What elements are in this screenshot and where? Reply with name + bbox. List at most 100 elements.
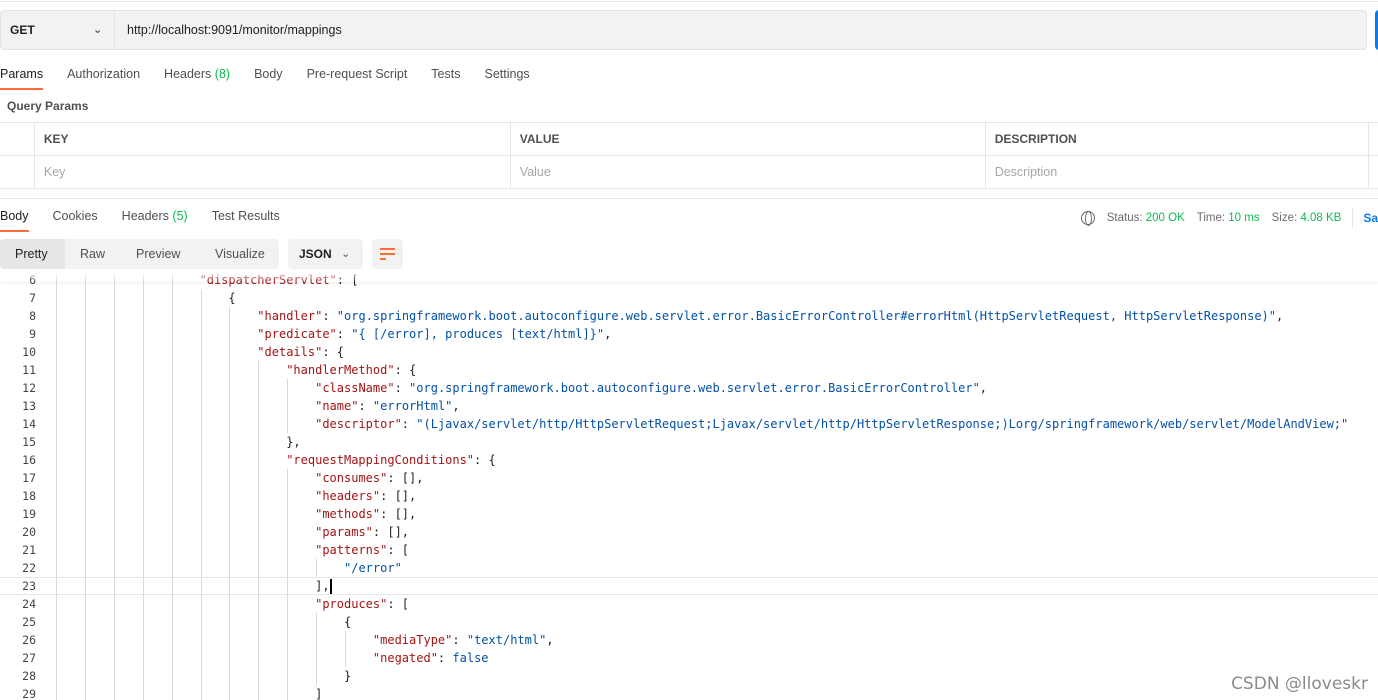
- indent-guide: [258, 415, 260, 433]
- indent-guide: [229, 613, 231, 631]
- description-input[interactable]: Description: [986, 156, 1369, 188]
- indent-guide: [258, 685, 260, 700]
- indent-guide: [113, 361, 115, 379]
- pane-divider[interactable]: [0, 198, 1378, 199]
- code-line: 19 "methods": [],: [0, 505, 1378, 523]
- view-pretty[interactable]: Pretty: [0, 239, 65, 269]
- indent-guide: [200, 415, 202, 433]
- view-raw[interactable]: Raw: [65, 239, 121, 269]
- table-row: Key Value Description: [0, 156, 1378, 189]
- indent-guide: [142, 415, 144, 433]
- indent-guide: [113, 397, 115, 415]
- indent-guide: [84, 343, 86, 361]
- indent-guide: [229, 415, 231, 433]
- code-text: {: [228, 291, 236, 305]
- line-number: 13: [22, 399, 36, 413]
- code-text: "name": "errorHtml",: [315, 399, 460, 413]
- indent-guide: [84, 469, 86, 487]
- row-checkbox[interactable]: [0, 156, 35, 188]
- line-number: 17: [22, 471, 36, 485]
- response-tab-headers[interactable]: Headers (5): [122, 206, 188, 232]
- line-number: 24: [22, 597, 36, 611]
- indent-guide: [200, 523, 202, 541]
- indent-guide: [56, 397, 57, 415]
- indent-guide: [200, 487, 202, 505]
- indent-guide: [200, 379, 202, 397]
- indent-guide: [287, 415, 289, 433]
- view-preview[interactable]: Preview: [121, 239, 200, 269]
- request-tab-headers[interactable]: Headers (8): [164, 64, 230, 90]
- code-text: "mediaType": "text/html",: [372, 633, 554, 647]
- request-tab-tests[interactable]: Tests: [431, 64, 460, 90]
- indent-guide: [84, 523, 86, 541]
- top-divider: [0, 1, 1378, 2]
- indent-guide: [171, 343, 173, 361]
- view-mode-selector: Pretty Raw Preview Visualize: [0, 239, 279, 269]
- indent-guide: [200, 451, 202, 469]
- indent-guide: [200, 505, 202, 523]
- code-line: 26 "mediaType": "text/html",: [0, 631, 1378, 649]
- time-value[interactable]: 10 ms: [1228, 212, 1259, 224]
- line-number: 11: [22, 363, 36, 377]
- indent-guide: [56, 307, 57, 325]
- indent-guide: [142, 631, 144, 649]
- indent-guide: [200, 685, 202, 700]
- size-value[interactable]: 4.08 KB: [1300, 212, 1341, 224]
- indent-guide: [142, 487, 144, 505]
- format-select[interactable]: JSON ⌄: [288, 239, 363, 269]
- indent-guide: [113, 685, 115, 700]
- request-tab-settings[interactable]: Settings: [484, 64, 529, 90]
- indent-guide: [229, 487, 231, 505]
- code-line: 7{: [0, 289, 1378, 307]
- indent-guide: [113, 649, 115, 667]
- indent-guide: [142, 523, 144, 541]
- indent-guide: [113, 487, 115, 505]
- column-key: KEY: [35, 123, 511, 155]
- indent-guide: [171, 649, 173, 667]
- indent-guide: [258, 613, 260, 631]
- code-line: 10 "details": {: [0, 343, 1378, 361]
- line-number: 21: [22, 543, 36, 557]
- column-value: VALUE: [511, 123, 986, 155]
- response-tab-test-results[interactable]: Test Results: [212, 206, 280, 232]
- wrap-lines-button[interactable]: [372, 239, 403, 269]
- indent-guide: [229, 541, 231, 559]
- request-tab-body[interactable]: Body: [254, 64, 283, 90]
- globe-icon[interactable]: [1080, 211, 1095, 226]
- code-text: "params": [],: [315, 525, 410, 539]
- code-text: ]: [315, 687, 323, 700]
- format-value: JSON: [299, 247, 332, 261]
- indent-guide: [171, 667, 173, 685]
- request-tab-authorization[interactable]: Authorization: [67, 64, 140, 90]
- indent-guide: [56, 523, 57, 541]
- indent-guide: [171, 523, 173, 541]
- save-response-button[interactable]: Sa: [1363, 211, 1378, 225]
- request-tab-params[interactable]: Params: [0, 64, 44, 90]
- url-input[interactable]: http://localhost:9091/monitor/mappings: [115, 11, 342, 49]
- response-tab-body[interactable]: Body: [0, 206, 29, 232]
- indent-guide: [287, 613, 289, 631]
- method-select[interactable]: GET ⌄: [1, 11, 115, 49]
- indent-guide: [258, 649, 260, 667]
- indent-guide: [287, 685, 289, 700]
- indent-guide: [56, 595, 57, 613]
- indent-guide: [258, 433, 260, 451]
- indent-guide: [287, 379, 289, 397]
- status-label: Status:: [1106, 212, 1143, 224]
- key-input[interactable]: Key: [35, 156, 511, 188]
- indent-guide: [142, 307, 144, 325]
- tab-label: Test Results: [211, 209, 280, 223]
- tab-label: Pre-request Script: [306, 67, 408, 81]
- request-tab-pre-request-script[interactable]: Pre-request Script: [307, 64, 408, 90]
- indent-guide: [84, 289, 86, 307]
- response-tab-cookies[interactable]: Cookies: [53, 206, 98, 232]
- indent-guide: [258, 505, 260, 523]
- response-body-editor[interactable]: 6"dispatcherServlet": [7{8"handler": "or…: [0, 270, 1378, 700]
- indent-guide: [113, 595, 115, 613]
- indent-guide: [142, 667, 144, 685]
- value-input[interactable]: Value: [511, 156, 986, 188]
- indent-guide: [200, 343, 202, 361]
- code-line: 18 "headers": [],: [0, 487, 1378, 505]
- view-visualize[interactable]: Visualize: [200, 239, 279, 269]
- indent-guide: [200, 559, 202, 577]
